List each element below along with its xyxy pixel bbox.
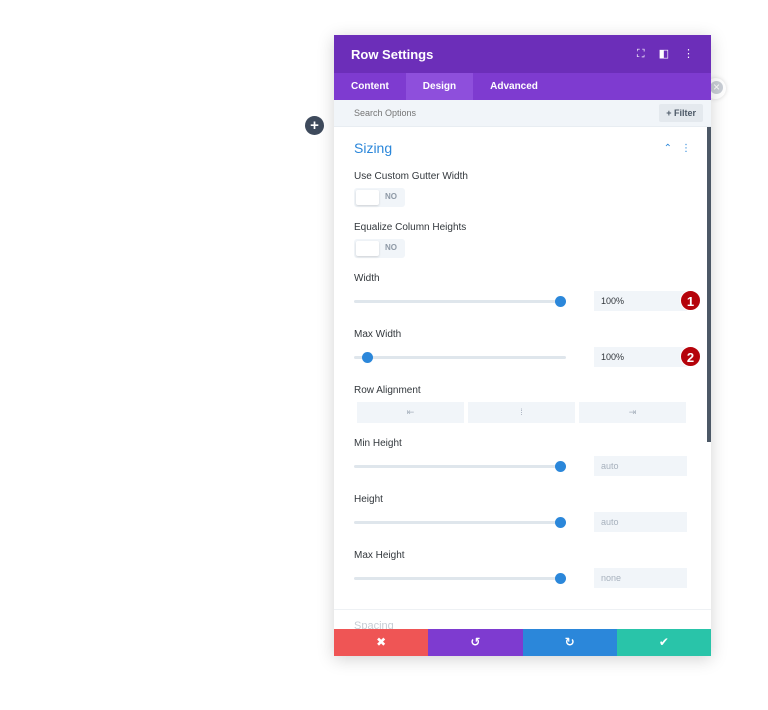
width-input[interactable]: 100%: [594, 291, 687, 311]
modal-header: Row Settings ⛶ ◧ ⋮: [334, 35, 711, 73]
height-slider-track[interactable]: [354, 521, 566, 524]
toggle-state: NO: [385, 192, 397, 201]
height-range: auto: [354, 511, 691, 535]
min-height-input[interactable]: auto: [594, 456, 687, 476]
max-width-slider-track[interactable]: [354, 356, 566, 359]
max-width-range: 100% 2: [354, 346, 701, 370]
max-height-range: none: [354, 567, 691, 591]
save-button[interactable]: ✔: [616, 629, 711, 656]
tab-design[interactable]: Design: [405, 73, 474, 100]
redo-button[interactable]: ↻: [522, 629, 617, 656]
align-center-button[interactable]: ⁞: [468, 402, 575, 423]
undo-button[interactable]: ↺: [428, 629, 523, 656]
min-height-slider-track[interactable]: [354, 465, 566, 468]
filter-button[interactable]: + Filter: [659, 104, 703, 122]
max-width-slider-thumb[interactable]: [362, 352, 374, 363]
max-height-label: Max Height: [354, 550, 405, 561]
max-width-input[interactable]: 100%: [594, 347, 687, 367]
tab-content[interactable]: Content: [334, 73, 406, 100]
equalize-heights-toggle[interactable]: NO: [354, 239, 405, 258]
equalize-heights-label: Equalize Column Heights: [354, 222, 467, 233]
min-height-label: Min Height: [354, 438, 402, 449]
height-input[interactable]: auto: [594, 512, 687, 532]
custom-gutter-toggle[interactable]: NO: [354, 188, 405, 207]
row-alignment-label: Row Alignment: [354, 385, 421, 396]
section-header-spacing[interactable]: Spacing: [334, 609, 711, 632]
align-right-button[interactable]: ⇥: [579, 402, 686, 423]
max-height-slider-track[interactable]: [354, 577, 566, 580]
search-bar: + Filter: [334, 100, 711, 127]
width-slider-thumb[interactable]: [555, 296, 566, 307]
height-slider-thumb[interactable]: [555, 517, 566, 528]
row-alignment-options: ⇤ ⁞ ⇥: [354, 402, 691, 423]
more-vertical-icon[interactable]: ⋮: [683, 48, 694, 60]
sidebar-icon[interactable]: ◧: [659, 48, 669, 60]
more-vertical-icon[interactable]: ⋮: [681, 143, 691, 154]
settings-content: Sizing ⌃ ⋮ Use Custom Gutter Width NO Eq…: [334, 127, 711, 590]
width-range: 100% 1: [354, 290, 701, 314]
max-height-input[interactable]: none: [594, 568, 687, 588]
width-slider-track[interactable]: [354, 300, 566, 303]
row-settings-modal: Row Settings ⛶ ◧ ⋮ Content Design Advanc…: [334, 35, 711, 656]
min-height-slider-thumb[interactable]: [555, 461, 566, 472]
cancel-button[interactable]: ✖: [334, 629, 429, 656]
modal-footer: ✖ ↺ ↻ ✔: [334, 629, 711, 656]
tab-advanced[interactable]: Advanced: [473, 73, 555, 100]
toggle-knob: [356, 190, 379, 205]
annotation-badge-2: 2: [680, 346, 701, 367]
custom-gutter-label: Use Custom Gutter Width: [354, 171, 468, 182]
annotation-badge-1: 1: [680, 290, 701, 311]
width-label: Width: [354, 273, 380, 284]
min-height-range: auto: [354, 455, 691, 479]
toggle-knob: [356, 241, 379, 256]
modal-title: Row Settings: [351, 46, 434, 62]
align-left-button[interactable]: ⇤: [357, 402, 464, 423]
toggle-state: NO: [385, 243, 397, 252]
tab-bar: Content Design Advanced: [334, 73, 711, 100]
max-height-slider-thumb[interactable]: [555, 573, 566, 584]
height-label: Height: [354, 494, 383, 505]
section-title: Sizing: [354, 140, 393, 156]
add-row-button[interactable]: +: [305, 116, 324, 135]
search-input[interactable]: [354, 108, 554, 118]
max-width-label: Max Width: [354, 329, 402, 340]
expand-icon[interactable]: ⛶: [637, 48, 645, 60]
section-header-sizing[interactable]: Sizing ⌃ ⋮: [354, 127, 691, 164]
scrollbar[interactable]: [707, 127, 711, 442]
chevron-up-icon[interactable]: ⌃: [664, 143, 672, 154]
